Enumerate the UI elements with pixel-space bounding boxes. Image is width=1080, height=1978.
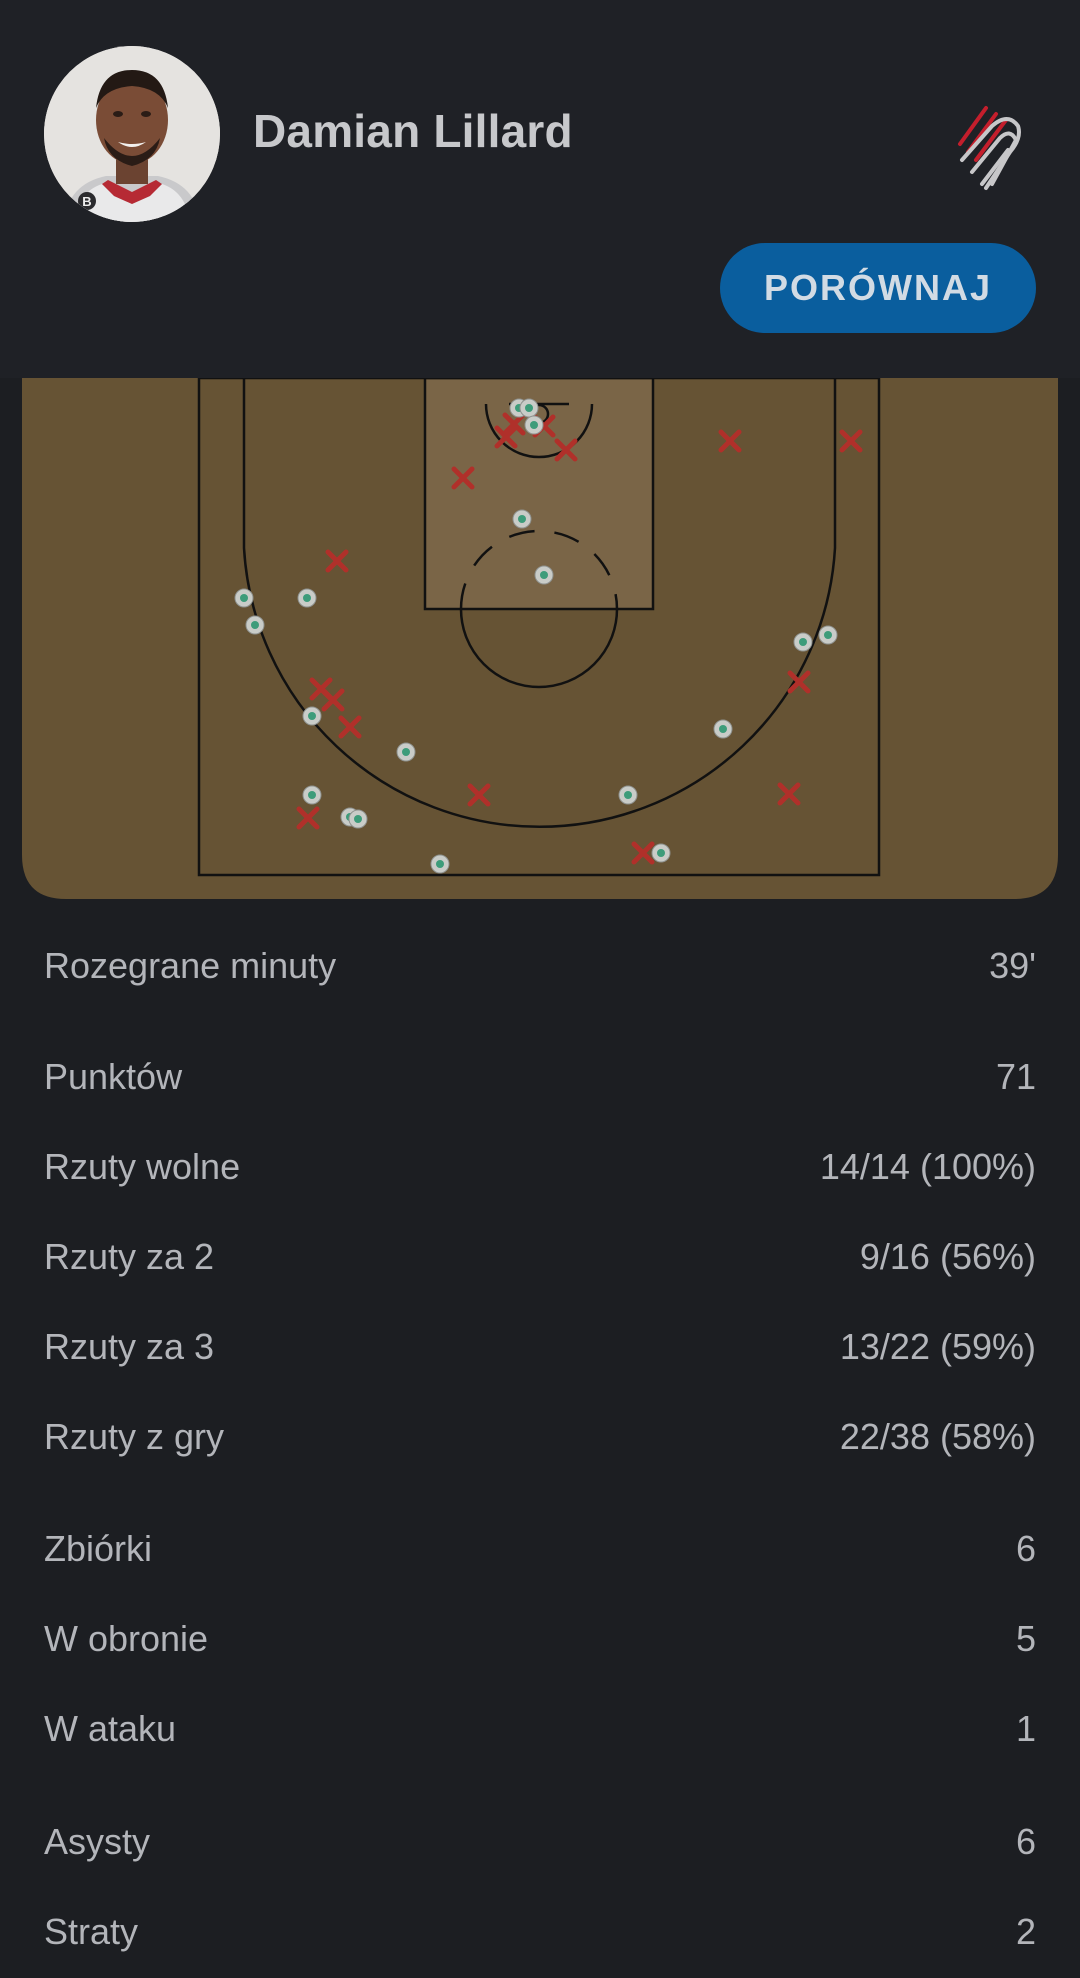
made-shot-icon [348, 809, 368, 829]
made-shot-icon [302, 706, 322, 726]
basketball-court [22, 378, 1058, 899]
made-shot-icon [651, 843, 671, 863]
stat-label: Rzuty za 3 [44, 1326, 215, 1367]
made-shot-icon [512, 509, 532, 529]
made-shot-icon [618, 785, 638, 805]
player-header: B Damian Lillard PORÓWNAJ [0, 0, 1080, 378]
stat-label: Zbiórki [44, 1528, 153, 1569]
made-shot-icon [713, 719, 733, 739]
stat-row-free-throws: Rzuty wolne 14/14 (100%) [44, 1137, 1036, 1197]
stat-label: W obronie [44, 1618, 209, 1659]
stat-row-turnovers: Straty 2 [44, 1902, 1036, 1962]
stat-value: 71 [995, 1056, 1036, 1097]
shot-chart [22, 378, 1058, 899]
stat-label: Rzuty wolne [44, 1146, 241, 1187]
trail-blazers-logo-icon[interactable] [952, 100, 1032, 196]
stat-value: 13/22 (59%) [839, 1326, 1036, 1367]
stat-value: 2 [1015, 1911, 1036, 1952]
stat-value: 5 [1015, 1618, 1036, 1659]
made-shot-icon [519, 398, 539, 418]
made-shot-icon [534, 565, 554, 585]
stat-value: 14/14 (100%) [819, 1146, 1036, 1187]
player-photo [44, 46, 220, 222]
made-shot-icon [793, 632, 813, 652]
jersey-badge-icon: B [78, 192, 96, 210]
stat-label: Rzuty z gry [44, 1416, 225, 1457]
player-name: Damian Lillard [253, 105, 573, 157]
stat-row-assists: Asysty 6 [44, 1812, 1036, 1872]
stat-label: Rozegrane minuty [44, 945, 337, 986]
made-shot-icon [396, 742, 416, 762]
stat-label: W ataku [44, 1708, 177, 1749]
stat-label: Straty [44, 1911, 139, 1952]
made-shot-icon [430, 854, 450, 874]
stat-value: 6 [1015, 1528, 1036, 1569]
stat-row-two-pointers: Rzuty za 2 9/16 (56%) [44, 1227, 1036, 1287]
stat-value: 39' [989, 945, 1036, 986]
stat-row-points: Punktów 71 [44, 1047, 1036, 1107]
stat-row-three-pointers: Rzuty za 3 13/22 (59%) [44, 1317, 1036, 1377]
stat-value: 1 [1015, 1708, 1036, 1749]
made-shot-icon [297, 588, 317, 608]
stat-value: 9/16 (56%) [859, 1236, 1036, 1277]
made-shot-icon [234, 588, 254, 608]
made-shot-icon [245, 615, 265, 635]
made-shot-icon [818, 625, 838, 645]
stat-row-defensive-rebounds: W obronie 5 [44, 1609, 1036, 1669]
stat-row-rebounds: Zbiórki 6 [44, 1519, 1036, 1579]
made-shot-icon [302, 785, 322, 805]
compare-button[interactable]: PORÓWNAJ [720, 243, 1036, 333]
made-shot-icon [524, 415, 544, 435]
stat-row-minutes: Rozegrane minuty 39' [44, 936, 1036, 996]
player-avatar: B [44, 46, 220, 222]
stat-label: Rzuty za 2 [44, 1236, 215, 1277]
stat-label: Asysty [44, 1821, 151, 1862]
stat-row-field-goals: Rzuty z gry 22/38 (58%) [44, 1407, 1036, 1467]
stat-value: 6 [1015, 1821, 1036, 1862]
stat-row-offensive-rebounds: W ataku 1 [44, 1699, 1036, 1759]
stat-value: 22/38 (58%) [839, 1416, 1036, 1457]
stat-label: Punktów [44, 1056, 183, 1097]
